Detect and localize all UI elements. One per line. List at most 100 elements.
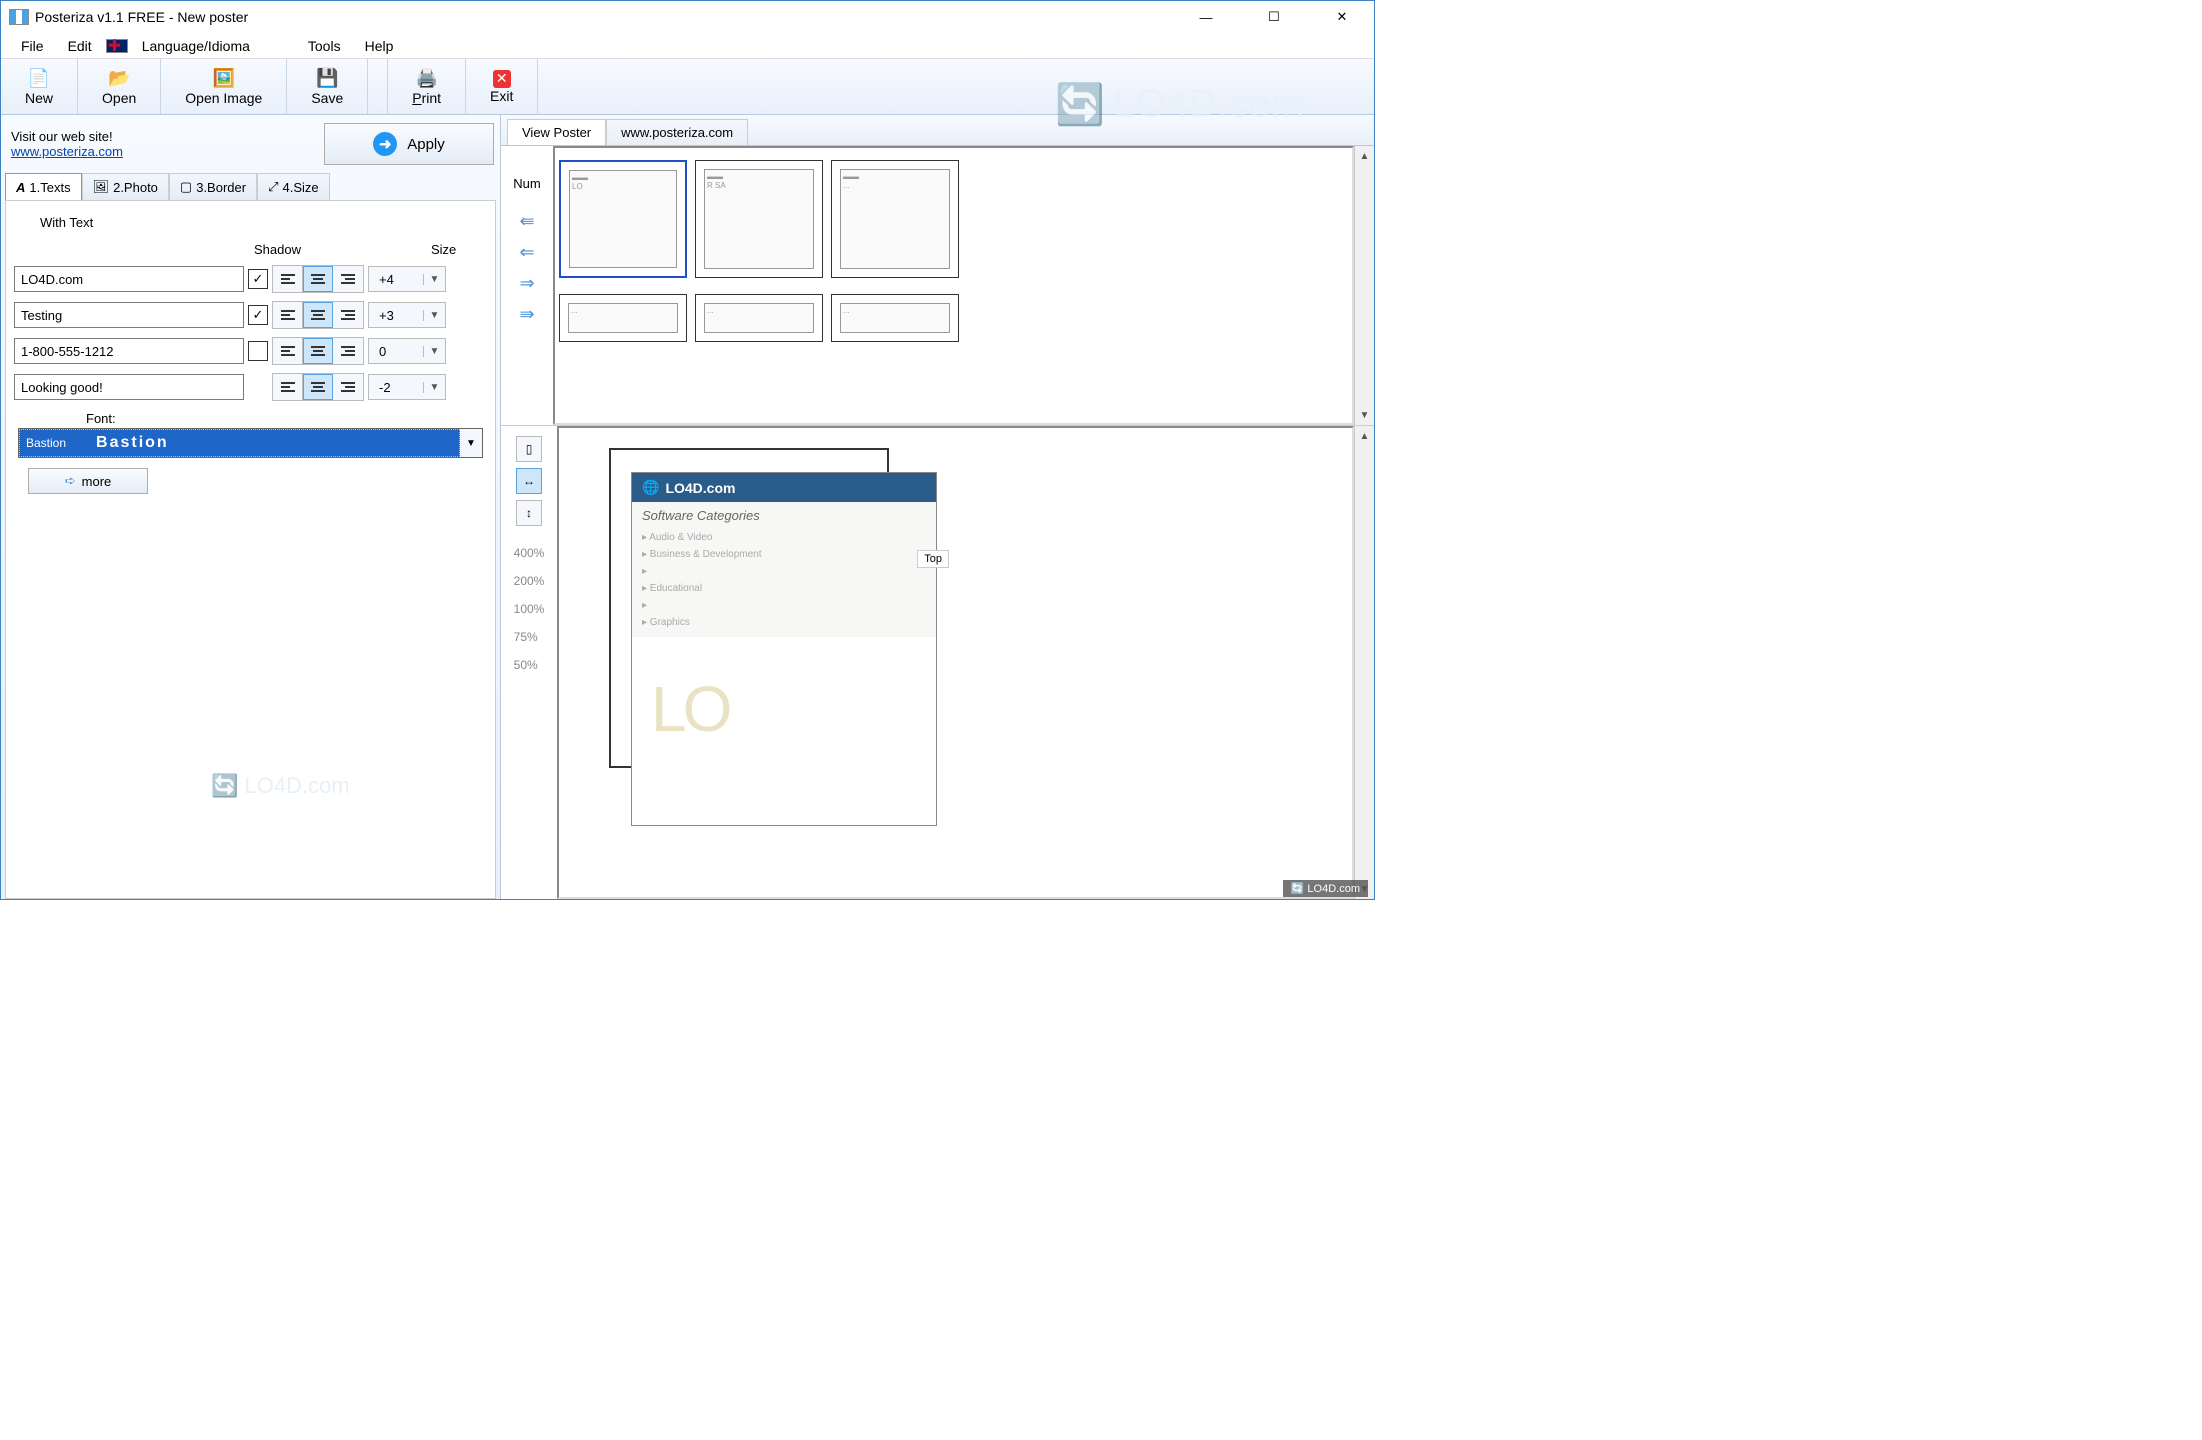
open-image-button[interactable]: 🖼️Open Image: [161, 59, 287, 114]
thumbnail[interactable]: ...: [695, 294, 823, 342]
shadow-checkbox[interactable]: ✓: [248, 269, 268, 289]
scrollbar[interactable]: ▲ ▼: [1354, 426, 1374, 899]
font-select[interactable]: Bastion Bastion ▼: [18, 428, 483, 458]
fit-height-button[interactable]: ↕: [516, 500, 542, 526]
last-icon[interactable]: ⇛: [519, 304, 534, 325]
print-icon: 🖨️: [416, 68, 438, 90]
text-input[interactable]: [14, 374, 244, 400]
align-right-button[interactable]: [333, 374, 363, 400]
watermark-text: LO: [651, 672, 851, 746]
save-button[interactable]: 💾Save: [287, 59, 368, 114]
align-right-button[interactable]: [333, 302, 363, 328]
next-icon[interactable]: ⇒: [519, 273, 534, 294]
align-center-button[interactable]: [303, 338, 333, 364]
menu-edit[interactable]: Edit: [58, 36, 102, 56]
categories-box: Software Categories ▸ Audio & Video▸ Bus…: [632, 502, 936, 637]
menu-file[interactable]: File: [11, 36, 54, 56]
scroll-up-icon[interactable]: ▲: [1355, 146, 1374, 166]
new-button[interactable]: 📄New: [1, 59, 78, 114]
category-item: ▸ Business & Development: [642, 546, 926, 563]
fit-page-button[interactable]: ▯: [516, 436, 542, 462]
zoom-level[interactable]: 200%: [514, 574, 545, 588]
arrow-right-icon: ➪: [65, 473, 76, 489]
zoom-level[interactable]: 400%: [514, 546, 545, 560]
shadow-checkbox[interactable]: ✓: [248, 305, 268, 325]
font-preview: Bastion: [96, 434, 169, 452]
save-icon: 💾: [316, 68, 338, 90]
text-input[interactable]: [14, 266, 244, 292]
preview-area: ▯ ↔ ↕ 400% 200% 100% 75% 50% 🌐 LO4D.com Soft…: [501, 426, 1374, 899]
tab-view-poster[interactable]: View Poster: [507, 119, 606, 145]
text-input[interactable]: [14, 338, 244, 364]
exit-button[interactable]: ✕Exit: [466, 59, 538, 114]
tab-border[interactable]: ▢3.Border: [169, 173, 257, 200]
scrollbar[interactable]: ▲ ▼: [1354, 146, 1374, 425]
window-controls: — ☐ ✕: [1186, 3, 1366, 31]
align-center-button[interactable]: [303, 266, 333, 292]
size-select[interactable]: -2▼: [368, 374, 446, 400]
size-header: Size: [431, 242, 456, 257]
align-right-button[interactable]: [333, 338, 363, 364]
more-button[interactable]: ➪ more: [28, 468, 148, 494]
close-button[interactable]: ✕: [1322, 3, 1362, 31]
visit-text: Visit our web site!: [11, 129, 324, 144]
open-button[interactable]: 📂Open: [78, 59, 161, 114]
thumbnail[interactable]: ▬▬LO: [559, 160, 687, 278]
prev-icon[interactable]: ⇐: [519, 242, 534, 263]
minimize-button[interactable]: —: [1186, 3, 1226, 31]
menu-help[interactable]: Help: [355, 36, 404, 56]
apply-button[interactable]: ➜ Apply: [324, 123, 494, 165]
image-icon: 🖼️: [213, 68, 235, 90]
tab-size[interactable]: ⤢4.Size: [257, 173, 330, 200]
align-center-button[interactable]: [303, 374, 333, 400]
fit-width-button[interactable]: ↔: [516, 468, 542, 494]
first-icon[interactable]: ⇚: [519, 211, 534, 232]
tab-photo[interactable]: 🖼2.Photo: [82, 173, 169, 200]
flag-icon: [106, 39, 128, 53]
border-icon: ▢: [180, 179, 192, 195]
print-button[interactable]: 🖨️Print: [388, 59, 466, 114]
file-icon: 📄: [28, 68, 50, 90]
scroll-down-icon[interactable]: ▼: [1355, 405, 1374, 425]
thumbnail[interactable]: ▬▬R SA: [695, 160, 823, 278]
categories-title: Software Categories: [642, 508, 926, 523]
page-frame: 🌐 LO4D.com Software Categories ▸ Audio &…: [609, 448, 889, 768]
zoom-level[interactable]: 75%: [514, 630, 545, 644]
align-left-button[interactable]: [273, 266, 303, 292]
thumbnail[interactable]: ...: [831, 294, 959, 342]
size-select[interactable]: +3▼: [368, 302, 446, 328]
tab-website[interactable]: www.posteriza.com: [606, 119, 748, 145]
tab-texts[interactable]: A1.Texts: [5, 173, 82, 200]
menubar: File Edit Language/Idioma Tools Help: [1, 33, 1374, 59]
align-group: [272, 337, 364, 365]
text-row: 0▼: [14, 337, 487, 365]
scroll-up-icon[interactable]: ▲: [1355, 426, 1374, 446]
thumbnail[interactable]: ...: [559, 294, 687, 342]
menu-language[interactable]: Language/Idioma: [132, 36, 260, 56]
chevron-down-icon: ▼: [423, 274, 445, 285]
watermark-top: 🔄 LO4D.com: [1055, 81, 1304, 128]
shadow-checkbox[interactable]: [248, 341, 268, 361]
zoom-level[interactable]: 50%: [514, 658, 545, 672]
shadow-header: Shadow: [254, 242, 301, 257]
align-left-button[interactable]: [273, 374, 303, 400]
align-group: [272, 301, 364, 329]
align-left-button[interactable]: [273, 338, 303, 364]
font-name: Bastion: [26, 436, 66, 450]
size-select[interactable]: +4▼: [368, 266, 446, 292]
text-input[interactable]: [14, 302, 244, 328]
zoom-level[interactable]: 100%: [514, 602, 545, 616]
menu-tools[interactable]: Tools: [298, 36, 351, 56]
align-left-button[interactable]: [273, 302, 303, 328]
align-center-button[interactable]: [303, 302, 333, 328]
top-tab: Top: [917, 550, 949, 568]
maximize-button[interactable]: ☐: [1254, 3, 1294, 31]
size-select[interactable]: 0▼: [368, 338, 446, 364]
align-right-button[interactable]: [333, 266, 363, 292]
lo4d-banner: 🌐 LO4D.com: [632, 473, 936, 502]
thumbnail[interactable]: ▬▬...: [831, 160, 959, 278]
text-row: -2▼: [14, 373, 487, 401]
website-link[interactable]: www.posteriza.com: [11, 144, 123, 159]
preview-canvas[interactable]: 🌐 LO4D.com Software Categories ▸ Audio &…: [557, 426, 1354, 899]
align-group: [272, 265, 364, 293]
